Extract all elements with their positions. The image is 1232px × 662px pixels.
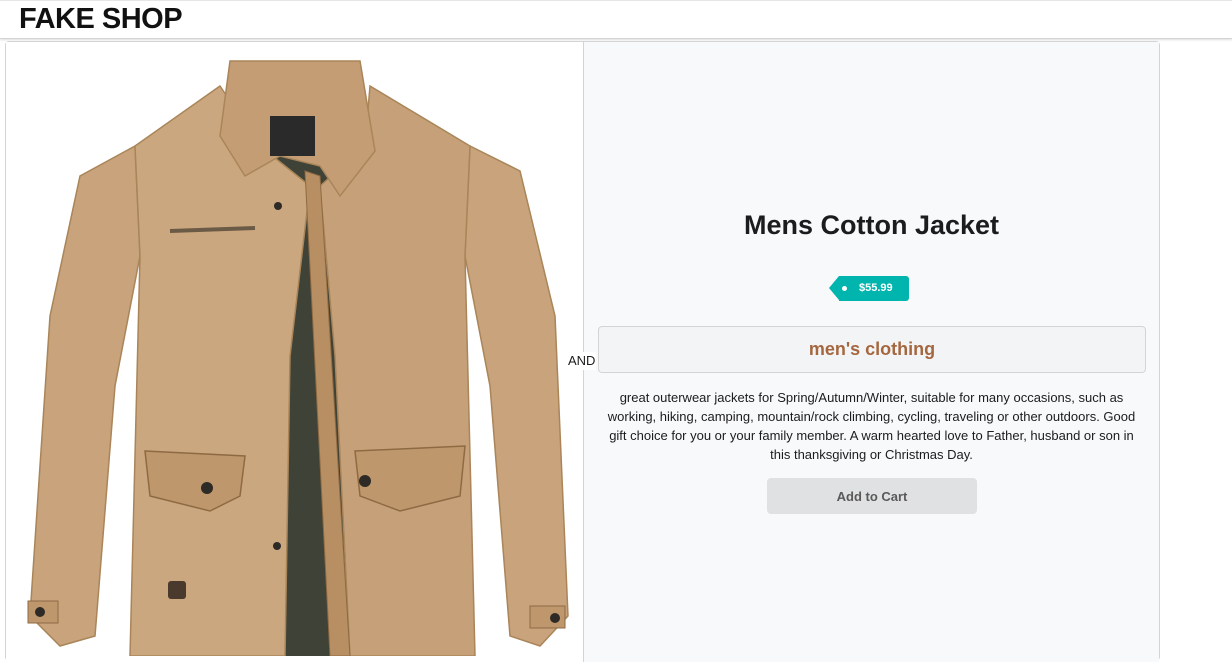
add-to-cart-button[interactable]: Add to Cart — [767, 478, 977, 514]
and-divider-label: AND — [567, 352, 597, 370]
product-card: Mens Cotton Jacket $55.99 men's clothing… — [5, 41, 1160, 662]
product-image-column — [6, 42, 583, 662]
product-title: Mens Cotton Jacket — [743, 210, 1000, 240]
category-segment: men's clothing — [598, 326, 1146, 373]
tag-hole-icon — [842, 286, 847, 291]
price-tag: $55.99 — [829, 276, 909, 301]
product-image — [20, 56, 570, 656]
product-details-column: Mens Cotton Jacket $55.99 men's clothing… — [584, 42, 1159, 662]
top-nav-bar: FAKE SHOP — [0, 0, 1232, 39]
jacket-image — [27, 60, 569, 656]
site-brand[interactable]: FAKE SHOP — [19, 2, 183, 36]
price-value: $55.99 — [859, 282, 893, 294]
product-description: great outerwear jackets for Spring/Autum… — [607, 390, 1136, 462]
